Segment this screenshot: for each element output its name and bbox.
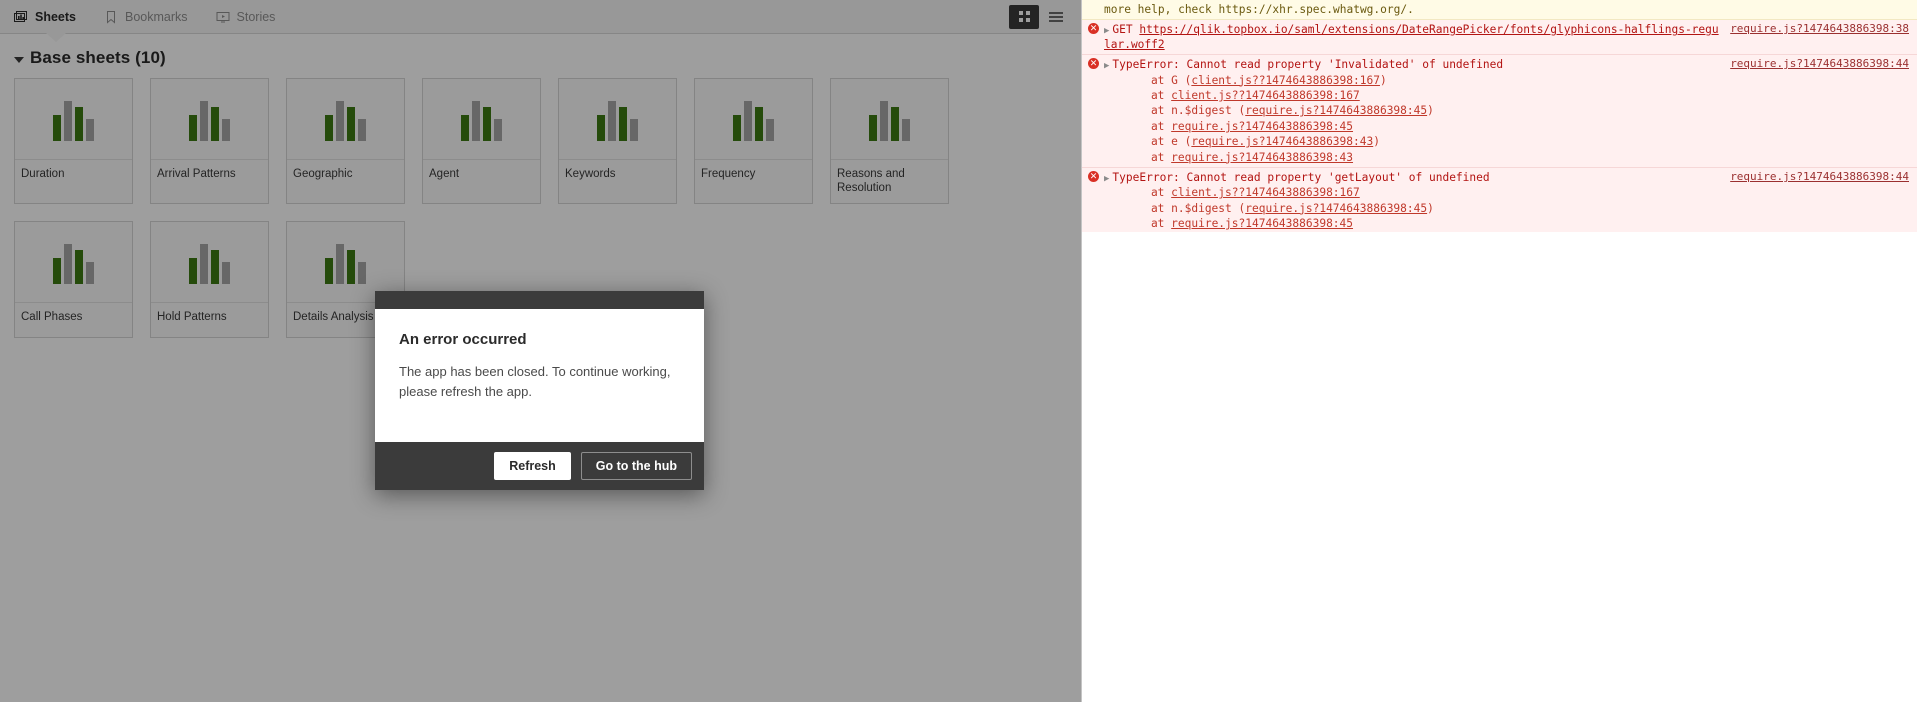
console-source-link[interactable]: require.js?1474643886398:44 bbox=[1730, 170, 1909, 183]
console-message-text: ▶ GET https://qlik.topbox.io/saml/extensi… bbox=[1104, 22, 1719, 52]
devtools-console-panel[interactable]: more help, check https://xhr.spec.whatwg… bbox=[1081, 0, 1917, 702]
modal-layer: An error occurred The app has been close… bbox=[0, 0, 1081, 702]
stack-frame[interactable]: at require.js?1474643886398:43 bbox=[1124, 150, 1719, 165]
console-error-row[interactable]: ✕ ▶ TypeError: Cannot read property 'Inval… bbox=[1082, 55, 1917, 169]
console-source-link[interactable]: require.js?1474643886398:38 bbox=[1730, 22, 1909, 35]
request-url[interactable]: https://qlik.topbox.io/saml/extensions/D… bbox=[1104, 23, 1719, 51]
stack-frame[interactable]: at require.js?1474643886398:45 bbox=[1124, 216, 1719, 231]
stack-trace: at G (client.js??1474643886398:167) at c… bbox=[1104, 73, 1719, 166]
go-to-hub-button[interactable]: Go to the hub bbox=[580, 452, 692, 480]
stack-frame[interactable]: at e (require.js?1474643886398:43) bbox=[1124, 134, 1719, 149]
dialog-message: The app has been closed. To continue wor… bbox=[399, 364, 671, 400]
dialog-body: An error occurred The app has been close… bbox=[375, 309, 704, 442]
console-error-row[interactable]: ✕ ▶ GET https://qlik.topbox.io/saml/extens… bbox=[1082, 20, 1917, 56]
expand-triangle-icon[interactable]: ▶ bbox=[1104, 174, 1109, 184]
console-message-text: TypeError: Cannot read property 'getLayo… bbox=[1112, 171, 1490, 185]
console-message: ▶ TypeError: Cannot read property 'Invali… bbox=[1082, 57, 1909, 165]
request-method: GET bbox=[1112, 23, 1140, 37]
console-message-text: more help, check https://xhr.spec.whatwg… bbox=[1104, 3, 1414, 16]
dialog-title: An error occurred bbox=[399, 331, 527, 348]
stack-frame[interactable]: at client.js??1474643886398:167 bbox=[1124, 185, 1719, 200]
expand-triangle-icon[interactable]: ▶ bbox=[1104, 61, 1109, 71]
console-message-text: ▶ TypeError: Cannot read property 'getLay… bbox=[1104, 170, 1719, 185]
dialog-footer: Refresh Go to the hub bbox=[375, 442, 704, 490]
console-message-text: ▶ TypeError: Cannot read property 'Invali… bbox=[1104, 57, 1719, 72]
stack-frame[interactable]: at G (client.js??1474643886398:167) bbox=[1124, 73, 1719, 88]
console-empty-area[interactable] bbox=[1082, 232, 1917, 702]
stack-frame[interactable]: at client.js??1474643886398:167 bbox=[1124, 88, 1719, 103]
stack-frame[interactable]: at require.js?1474643886398:45 bbox=[1124, 119, 1719, 134]
console-message-text: TypeError: Cannot read property 'Invalid… bbox=[1112, 58, 1504, 72]
console-source-link[interactable]: require.js?1474643886398:44 bbox=[1730, 57, 1909, 70]
stack-frame[interactable]: at n.$digest (require.js?1474643886398:4… bbox=[1124, 201, 1719, 216]
error-dialog: An error occurred The app has been close… bbox=[375, 291, 704, 490]
stack-frame[interactable]: at n.$digest (require.js?1474643886398:4… bbox=[1124, 103, 1719, 118]
expand-triangle-icon[interactable]: ▶ bbox=[1104, 26, 1109, 36]
screen: Sheets Bookmarks Stories Base sheets (10… bbox=[0, 0, 1917, 702]
dialog-titlebar bbox=[375, 291, 704, 309]
console-log-list: more help, check https://xhr.spec.whatwg… bbox=[1082, 0, 1917, 266]
qlik-app-pane: Sheets Bookmarks Stories Base sheets (10… bbox=[0, 0, 1081, 702]
console-warn-row[interactable]: more help, check https://xhr.spec.whatwg… bbox=[1082, 0, 1917, 21]
console-message: more help, check https://xhr.spec.whatwg… bbox=[1082, 2, 1909, 17]
refresh-button[interactable]: Refresh bbox=[494, 452, 571, 480]
